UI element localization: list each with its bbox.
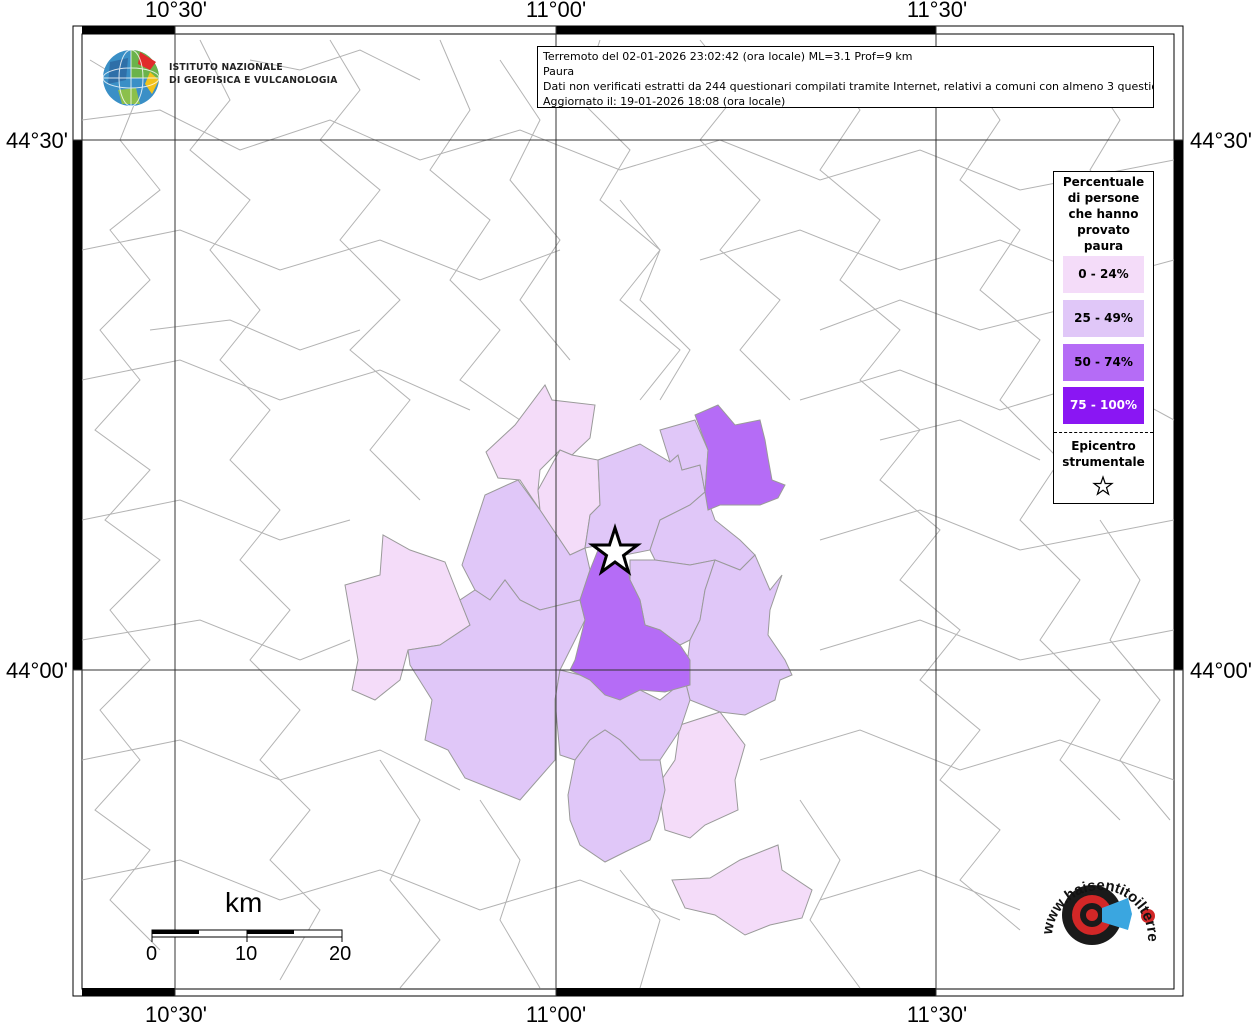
lon-label-bottom-2: 11°00' (526, 1002, 586, 1024)
star-icon (1092, 475, 1114, 496)
lon-label-bottom-3: 11°30' (907, 1002, 967, 1024)
legend-title-line: di persone (1067, 191, 1140, 205)
lon-label-bottom-1: 10°30' (145, 1002, 207, 1024)
legend-epicenter-line: Epicentro (1071, 439, 1136, 453)
haisentito-badge: www.haisentitoilterremoto.it (1030, 858, 1161, 942)
event-title: Terremoto del 02-01-2026 23:02:42 (ora l… (543, 50, 913, 63)
municipality-50-74 (694, 404, 786, 511)
lat-label-left-2: 44°00' (6, 658, 68, 683)
legend-class-0-24: 0 - 24% (1063, 256, 1144, 293)
legend-title-line: paura (1083, 239, 1124, 253)
legend-epicenter-line: strumentale (1062, 455, 1145, 469)
legend-divider (1054, 432, 1153, 433)
lon-label-top-3: 11°30' (907, 0, 967, 22)
legend-title: Percentuale di persone che hanno provato… (1054, 174, 1153, 254)
data-note: Dati non verificati estratti da 244 ques… (543, 80, 1154, 93)
update-time: Aggiornato il: 19-01-2026 18:08 (ora loc… (543, 95, 786, 108)
lat-label-right-2: 44°00' (1190, 658, 1252, 683)
legend-title-line: che hanno (1068, 207, 1139, 221)
municipality-0-24 (671, 844, 813, 936)
legend-title-line: provato (1077, 223, 1130, 237)
legend-title-line: Percentuale (1062, 175, 1145, 189)
lon-label-top-1: 10°30' (145, 0, 207, 22)
legend-epicenter-label: Epicentro strumentale (1054, 438, 1153, 470)
felt-municipalities (344, 384, 813, 936)
event-info-box: Terremoto del 02-01-2026 23:02:42 (ora l… (537, 46, 1154, 108)
scale-label-10: 10 (235, 943, 258, 965)
scale-label-0: 0 (146, 943, 158, 965)
scale-unit: km (225, 887, 263, 918)
scale-label-20: 20 (329, 943, 352, 965)
legend-class-50-74: 50 - 74% (1063, 344, 1144, 381)
legend: Percentuale di persone che hanno provato… (1053, 171, 1154, 504)
lat-label-left-1: 44°30' (6, 128, 68, 153)
scale-bar (151, 929, 343, 942)
legend-class-75-100: 75 - 100% (1063, 387, 1144, 424)
lat-label-right-1: 44°30' (1190, 128, 1252, 153)
badge-url: www.haisentitoilterremoto.it (1030, 858, 1161, 942)
legend-class-25-49: 25 - 49% (1063, 300, 1144, 337)
lon-label-top-2: 11°00' (526, 0, 586, 22)
logo-line-2: DI GEOFISICA E VULCANOLOGIA (169, 75, 338, 86)
map-subject: Paura (543, 65, 575, 78)
logo-line-1: ISTITUTO NAZIONALE (169, 62, 283, 73)
ingv-logo: ISTITUTO NAZIONALE DI GEOFISICA E VULCAN… (101, 47, 337, 109)
